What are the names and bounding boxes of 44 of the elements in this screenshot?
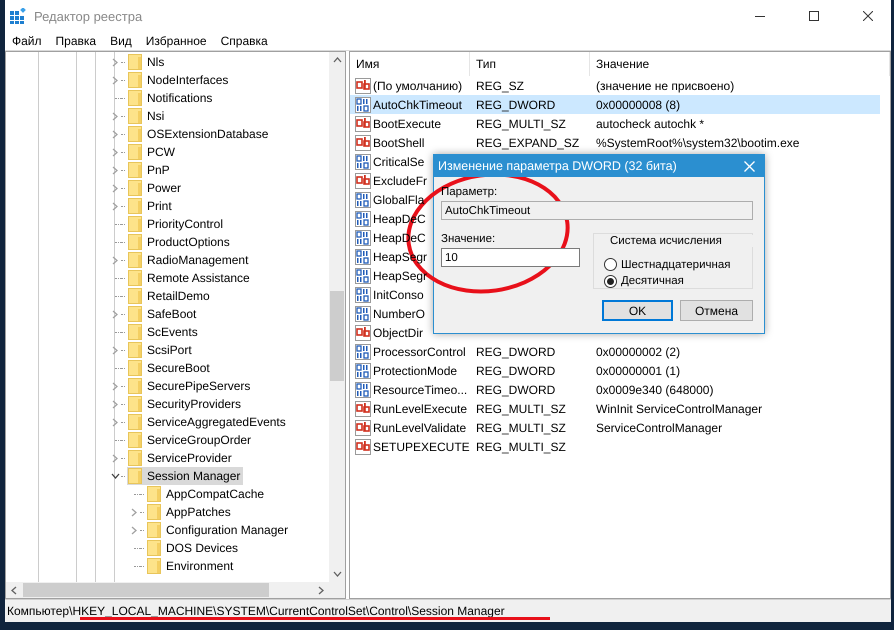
value-name: NumberO xyxy=(373,306,426,320)
value-type: REG_EXPAND_SZ xyxy=(475,136,580,150)
value-type: REG_DWORD xyxy=(475,98,556,112)
value-data: 0x00000002 (2) xyxy=(595,344,682,358)
value-type: REG_DWORD xyxy=(475,344,556,358)
window-title: Редактор реестра xyxy=(34,8,142,24)
value-name: ProtectionMode xyxy=(373,364,458,378)
value-name: CriticalSe xyxy=(373,154,424,168)
value-name: (По умолчанию) xyxy=(373,78,462,92)
value-type: REG_MULTI_SZ xyxy=(475,402,567,416)
value-data: %SystemRoot%\system32\bootim.exe xyxy=(595,136,800,150)
value-name: RunLevelExecute xyxy=(373,402,468,416)
value-type: REG_MULTI_SZ xyxy=(475,116,567,130)
value-type: REG_DWORD xyxy=(475,364,556,378)
value-data: 0x00000008 (8) xyxy=(595,98,682,112)
value-name: ExcludeFr xyxy=(373,174,428,188)
status-path: Компьютер\HKEY_LOCAL_MACHINE\SYSTEM\CurrentControlSet\Control\Session Manager xyxy=(7,604,505,618)
field-label: Параметр: xyxy=(441,185,498,199)
value-data: WinInit ServiceControlManager xyxy=(595,402,764,416)
radio-label: Десятичная xyxy=(621,275,684,288)
value-name: RunLevelValidate xyxy=(373,420,466,434)
value-type: REG_MULTI_SZ xyxy=(475,440,567,454)
value-name: HeapSegr xyxy=(373,268,428,282)
value-name: BootExecute xyxy=(373,116,442,130)
value-name: InitConso xyxy=(373,288,424,302)
dialog-title: Изменение параметра DWORD (32 бита) xyxy=(438,159,677,173)
value-name: BootShell xyxy=(373,136,424,150)
value-name: ProcessorControl xyxy=(373,344,466,358)
value-type: REG_SZ xyxy=(475,78,526,92)
value-data: (значение не присвоено) xyxy=(595,78,736,92)
value-name: AutoChkTimeout xyxy=(373,98,462,112)
radio-label: Шестнадцатеричная xyxy=(621,258,730,271)
group-title: Система исчисления xyxy=(608,235,756,247)
value-name: ObjectDir xyxy=(373,326,424,340)
value-data: 0x00000001 (1) xyxy=(595,364,682,378)
value-data: autocheck autochk * xyxy=(595,116,706,130)
field-label: Значение: xyxy=(441,232,496,246)
value-name: ResourceTimeo... xyxy=(373,382,468,396)
value-name: SETUPEXECUTE xyxy=(373,440,470,454)
value-type: REG_DWORD xyxy=(475,382,556,396)
value-type: REG_MULTI_SZ xyxy=(475,420,567,434)
value-name: GlobalFla xyxy=(373,192,424,206)
value-data: 0x0009e340 (648000) xyxy=(595,382,714,396)
value-data: ServiceControlManager xyxy=(595,420,724,434)
